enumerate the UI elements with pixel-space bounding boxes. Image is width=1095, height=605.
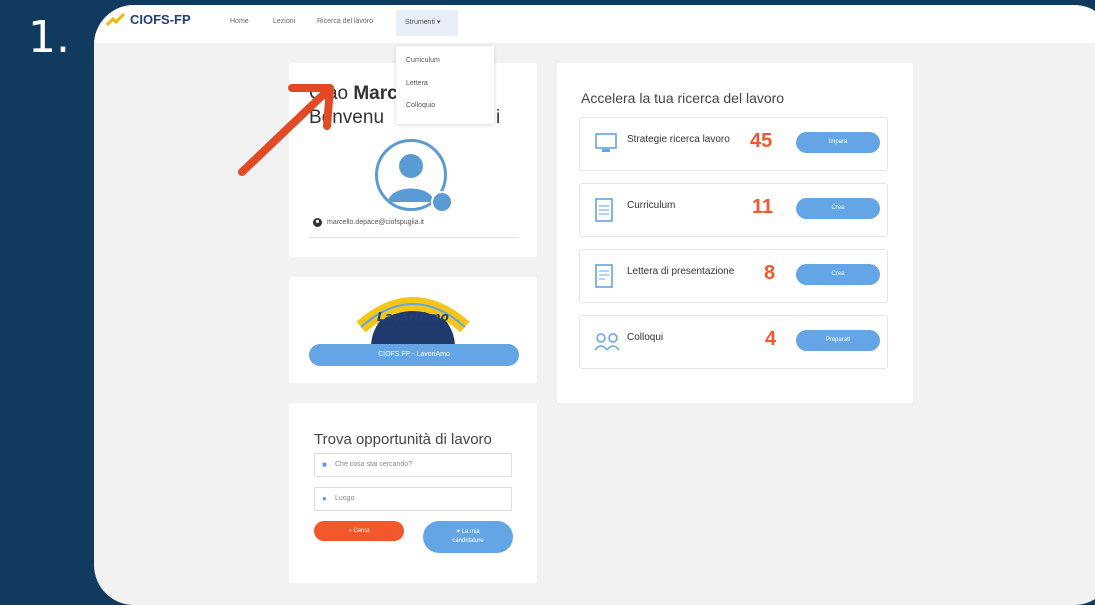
tool-strategie: Strategie ricerca lavoro 45 Impara [579,117,888,171]
nav-home[interactable]: Home [230,18,249,25]
applications-label-2: candidature [452,538,484,544]
dropdown-item-lettera[interactable]: Lettera [406,80,428,87]
briefcase-icon: ■ [322,460,327,469]
brand-name: CIOFS-FP [130,12,191,27]
user-circle-icon [313,218,322,227]
accelerate-title: Accelera la tua ricerca del lavoro [581,90,785,106]
preparati-button[interactable]: Preparati [796,330,880,351]
tool-label: Colloqui [627,332,664,343]
accelerate-card: Accelera la tua ricerca del lavoro Strat… [557,63,913,403]
tool-label: Curriculum [627,200,676,211]
tool-count: 4 [765,328,777,350]
annotation-arrow-icon [238,84,334,176]
tool-count: 45 [750,130,773,152]
tool-colloqui: Colloqui 4 Preparati [579,315,888,369]
location-input[interactable]: ● Luogo [314,487,512,511]
nav-strumenti[interactable]: Strumenti ▾ [396,10,458,36]
strumenti-dropdown: Curriculum Lettera Colloquio [396,46,494,124]
search-button[interactable]: ⌕ Cerca [314,521,404,541]
crea-lettera-button[interactable]: Crea [796,264,880,285]
letter-icon [595,264,613,288]
nav-lezioni[interactable]: Lezioni [273,18,295,25]
my-applications-button[interactable]: ♥ La mia candidature [423,521,513,553]
job-search-title: Trova opportunità di lavoro [314,431,492,448]
lavoriamo-button[interactable]: CIOFS FP - LavoriAmo [309,344,519,366]
lavoriamo-card: LavoriAmo CIOFS FP - LavoriAmo [289,277,537,383]
tool-curriculum: Curriculum 11 Crea [579,183,888,237]
dropdown-item-colloquio[interactable]: Colloquio [406,102,435,109]
interview-icon [594,333,620,351]
step-number: 1. [28,12,70,63]
applications-label-1: La mia [461,529,480,535]
email-row: marcello.depace@ciofspuglia.it [313,218,424,227]
impara-button[interactable]: Impara [796,132,880,153]
location-pin-icon: ● [322,494,327,503]
dropdown-item-curriculum[interactable]: Curriculum [406,57,440,64]
lavoriamo-logo: LavoriAmo [356,297,470,347]
logo-mark-icon [106,12,126,26]
ciofs-logo[interactable]: CIOFS-FP [106,12,191,27]
divider [309,237,519,238]
search-button-label: Cerca [353,528,370,534]
nav-strumenti-label: Strumenti ▾ [405,19,441,26]
welcome-tail: i [496,107,501,128]
top-navbar: CIOFS-FP Home Lezioni Ricerca del lavoro… [94,5,1095,43]
tool-lettera: Lettera di presentazione 8 Crea [579,249,888,303]
what-placeholder: Che cosa stai cercando? [335,461,413,468]
tool-label: Strategie ricerca lavoro [627,134,730,145]
what-input[interactable]: ■ Che cosa stai cercando? [314,453,512,477]
nav-ricerca-lavoro[interactable]: Ricerca del lavoro [317,18,373,25]
document-icon [595,198,613,222]
tool-count: 11 [752,196,774,218]
lavoriamo-logo-text: LavoriAmo [377,310,449,324]
tool-label: Lettera di presentazione [627,266,735,277]
edit-avatar-icon[interactable] [431,191,453,213]
job-search-card: Trova opportunità di lavoro ■ Che cosa s… [289,403,537,583]
location-placeholder: Luogo [335,495,355,502]
user-email: marcello.depace@ciofspuglia.it [327,219,424,226]
tool-count: 8 [764,262,776,284]
monitor-icon [595,133,617,152]
user-name: Marc [353,83,398,104]
crea-curriculum-button[interactable]: Crea [796,198,880,219]
